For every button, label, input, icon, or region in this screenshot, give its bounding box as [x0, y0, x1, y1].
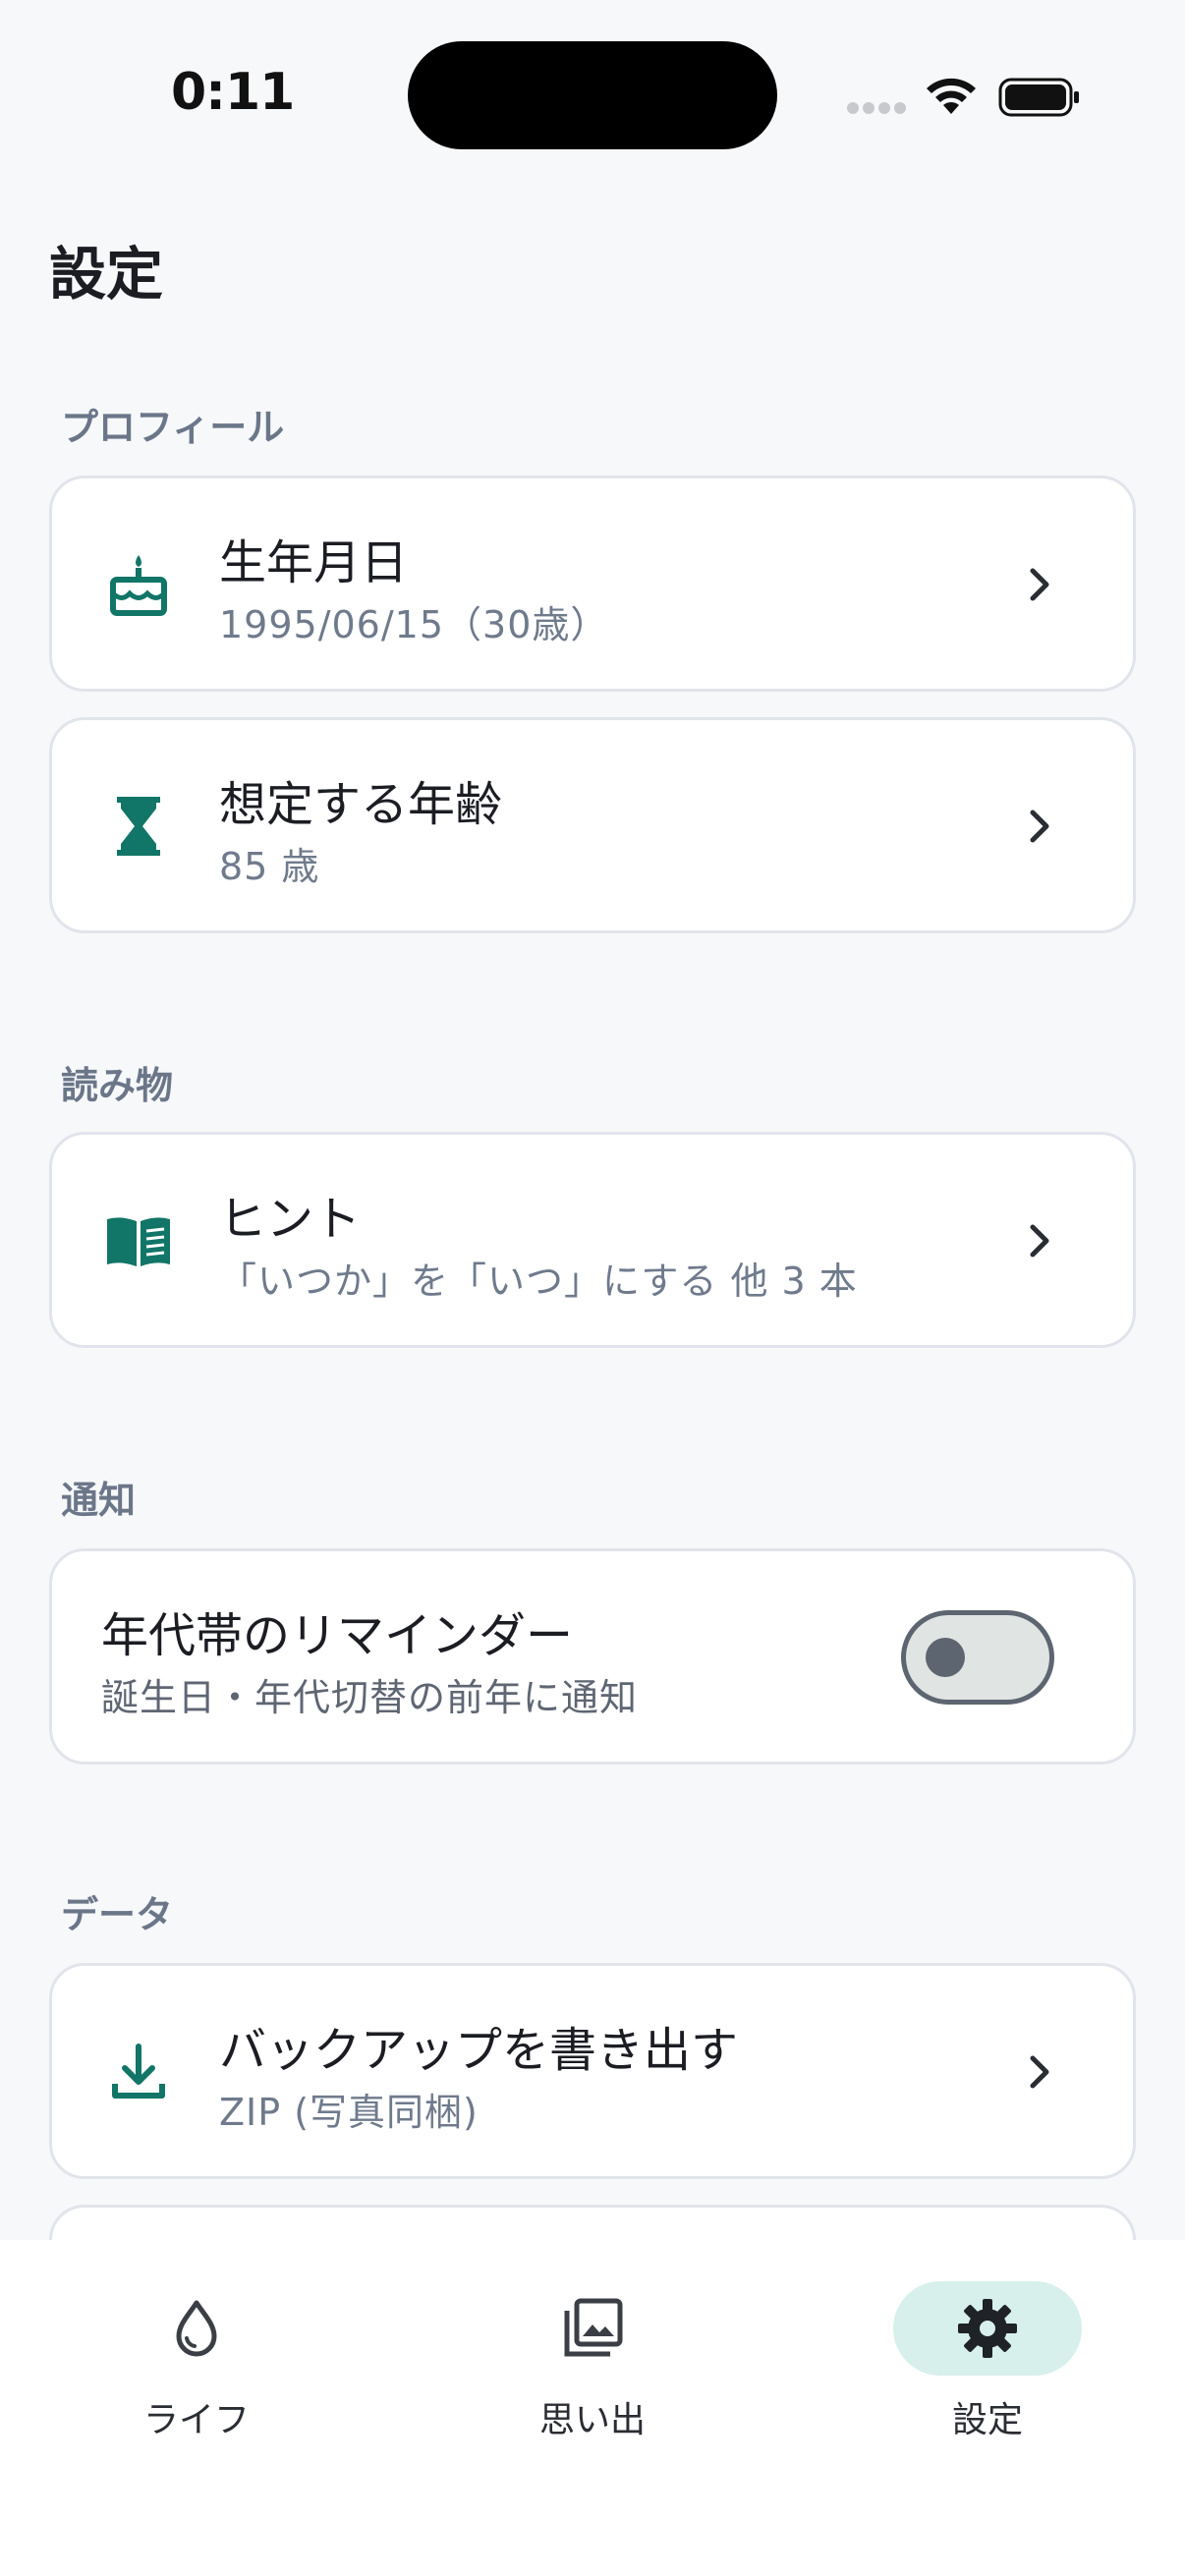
birthday-title: 生年月日	[219, 535, 409, 590]
expected-age-row[interactable]: 想定する年齢 85 歳	[49, 717, 1136, 933]
water-drop-icon	[163, 2295, 230, 2362]
chevron-right-icon	[1015, 801, 1066, 852]
chevron-right-icon	[1015, 2046, 1066, 2098]
expected-age-value: 85 歳	[219, 845, 320, 888]
settings-screen: 0:11 設定 プロフィール 生年月日 1995/06/15（30歳） 想定する…	[0, 0, 1185, 2576]
reminder-title: 年代帯のリマインダー	[101, 1608, 574, 1663]
reminder-row: 年代帯のリマインダー 誕生日・年代切替の前年に通知	[49, 1548, 1136, 1764]
export-backup-subtitle: ZIP (写真同梱)	[219, 2091, 479, 2134]
status-bar: 0:11	[0, 0, 1185, 196]
section-label-data: データ	[61, 1893, 174, 1936]
book-icon	[103, 1205, 174, 1276]
birthday-cake-icon	[103, 549, 174, 620]
section-label-notifications: 通知	[61, 1479, 137, 1522]
status-time: 0:11	[171, 63, 295, 122]
expected-age-title: 想定する年齢	[219, 777, 503, 832]
gear-icon	[954, 2295, 1021, 2362]
cellular-signal-icon	[847, 102, 908, 116]
chevron-right-icon	[1015, 1215, 1066, 1266]
reminder-toggle[interactable]	[901, 1610, 1054, 1705]
hourglass-icon	[103, 791, 174, 862]
tips-title: ヒント	[219, 1192, 362, 1247]
nav-item-life[interactable]: ライフ	[49, 2281, 344, 2478]
tips-row[interactable]: ヒント 「いつか」を「いつ」にする 他 3 本	[49, 1132, 1136, 1348]
page-title: 設定	[49, 241, 164, 308]
reminder-subtitle: 誕生日・年代切替の前年に通知	[101, 1676, 639, 1719]
tips-subtitle: 「いつか」を「いつ」にする 他 3 本	[219, 1260, 858, 1303]
nav-label-settings: 設定	[951, 2400, 1023, 2440]
bottom-navigation: ライフ 思い出 設定	[0, 2240, 1185, 2576]
birthday-row[interactable]: 生年月日 1995/06/15（30歳）	[49, 476, 1136, 692]
birthday-value: 1995/06/15（30歳）	[219, 603, 609, 646]
dynamic-island	[408, 41, 777, 149]
nav-item-memories[interactable]: 思い出	[445, 2281, 740, 2478]
battery-icon	[998, 77, 1081, 118]
chevron-right-icon	[1015, 559, 1066, 610]
photo-library-icon	[559, 2295, 626, 2362]
download-icon	[103, 2037, 174, 2107]
toggle-knob	[926, 1638, 965, 1677]
wifi-icon	[924, 75, 979, 118]
nav-label-life: ライフ	[142, 2400, 250, 2440]
section-label-profile: プロフィール	[61, 406, 285, 449]
nav-label-memories: 思い出	[538, 2400, 646, 2440]
nav-item-settings[interactable]: 設定	[840, 2281, 1135, 2478]
section-label-reading: 読み物	[61, 1064, 174, 1107]
export-backup-row[interactable]: バックアップを書き出す ZIP (写真同梱)	[49, 1963, 1136, 2179]
export-backup-title: バックアップを書き出す	[219, 2023, 739, 2078]
